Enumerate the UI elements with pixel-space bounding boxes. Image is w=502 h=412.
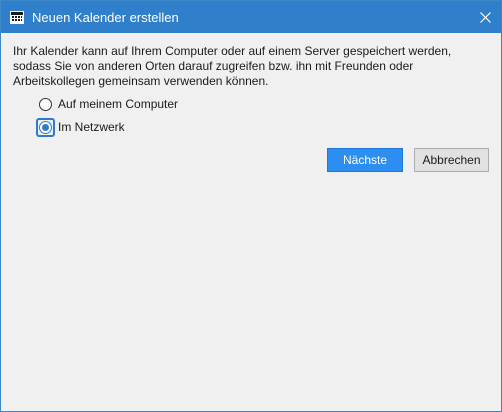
radio-network[interactable] <box>39 120 52 134</box>
close-button[interactable] <box>469 1 501 33</box>
calendar-icon <box>10 10 24 24</box>
option-local-computer-label: Auf meinem Computer <box>58 97 179 111</box>
option-network-label: Im Netzwerk <box>58 120 125 134</box>
title-bar[interactable]: Neuen Kalender erstellen <box>1 1 501 33</box>
option-network[interactable]: Im Netzwerk <box>36 117 125 137</box>
option-local-computer[interactable]: Auf meinem Computer <box>39 94 178 114</box>
next-button[interactable]: Nächste <box>327 148 403 172</box>
close-icon <box>479 11 491 23</box>
radio-local-computer[interactable] <box>39 97 52 111</box>
window-title: Neuen Kalender erstellen <box>32 10 179 25</box>
dialog-content: Ihr Kalender kann auf Ihrem Computer ode… <box>1 33 501 411</box>
dialog-window: Neuen Kalender erstellen Ihr Kalender ka… <box>0 0 502 412</box>
radio-focus-ring <box>36 117 55 137</box>
description-text: Ihr Kalender kann auf Ihrem Computer ode… <box>13 44 452 88</box>
cancel-button[interactable]: Abbrechen <box>414 148 489 172</box>
